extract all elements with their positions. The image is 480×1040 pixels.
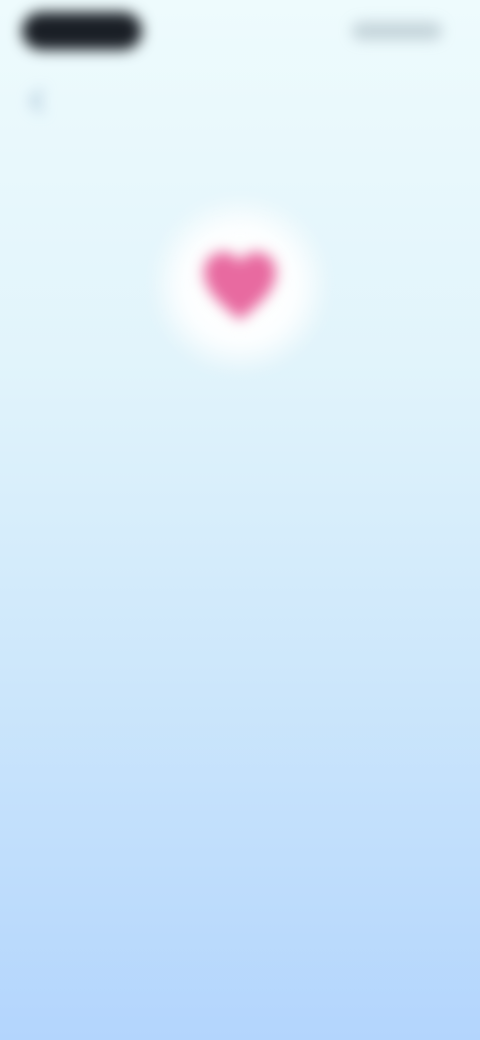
heart-icon bbox=[204, 252, 276, 320]
screen bbox=[0, 0, 480, 1040]
chevron-left-icon bbox=[30, 90, 43, 112]
blurred-content bbox=[0, 0, 480, 1040]
status-indicators bbox=[352, 22, 442, 40]
status-time-pill bbox=[22, 12, 142, 50]
heart-icon-container bbox=[196, 244, 284, 324]
back-button[interactable] bbox=[22, 86, 52, 116]
